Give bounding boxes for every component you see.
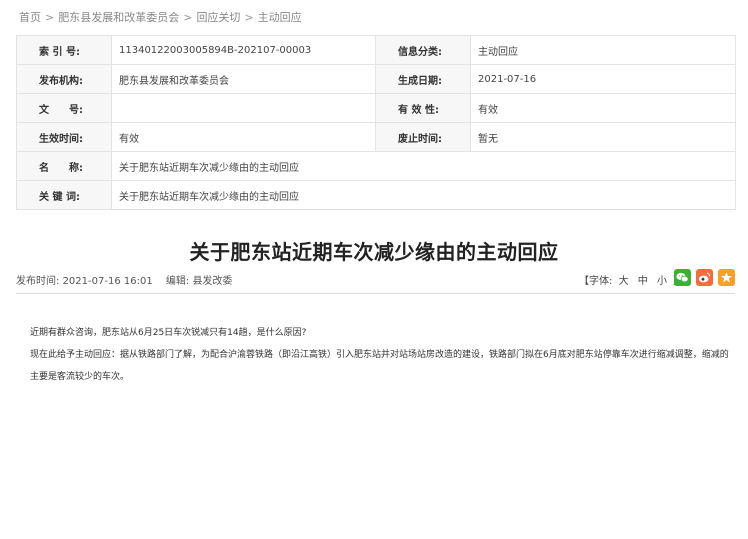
editor-value: 县发改委 [192, 276, 233, 287]
breadcrumb-separator: > [244, 11, 254, 24]
breadcrumb-level3[interactable]: 主动回应 [258, 11, 302, 24]
font-small-button[interactable]: 小 [657, 276, 667, 287]
publish-time-label: 发布时间: [16, 276, 60, 287]
expire-time-label: 废止时间: [375, 122, 471, 152]
effective-time-label: 生效时间: [16, 122, 112, 152]
publish-time-value: 2021-07-16 16:01 [62, 276, 153, 287]
table-row: 索 引 号: 11340122003005894B-202107-00003 信… [16, 35, 736, 65]
category-value: 主动回应 [470, 35, 736, 65]
created-date-label: 生成日期: [375, 64, 471, 94]
index-no-value: 11340122003005894B-202107-00003 [111, 35, 376, 65]
breadcrumb-level1[interactable]: 肥东县发展和改革委员会 [58, 11, 179, 24]
effective-time-value: 有效 [111, 122, 376, 152]
favorite-button[interactable] [718, 269, 735, 286]
font-large-button[interactable]: 大 [619, 276, 629, 287]
wechat-icon [676, 272, 689, 283]
article-title: 关于肥东站近期车次减少缘由的主动回应 [189, 240, 559, 264]
font-size-switcher: 【字体: 大 中 小 】 [579, 272, 683, 287]
font-medium-button[interactable]: 中 [638, 276, 648, 287]
doc-no-label: 文 号: [16, 93, 112, 123]
paragraph: 现在此给予主动回应：据从铁路部门了解，为配合沪渝蓉铁路（即沿江高铁）引入肥东站并… [30, 350, 729, 382]
star-icon [721, 272, 732, 283]
validity-value: 有效 [470, 93, 736, 123]
weibo-share-button[interactable] [696, 269, 713, 286]
publisher-value: 肥东县发展和改革委员会 [111, 64, 376, 94]
publisher-label: 发布机构: [16, 64, 112, 94]
keywords-label: 关 键 词: [16, 180, 112, 210]
table-row: 关 键 词: 关于肥东站近期车次减少缘由的主动回应 [16, 180, 736, 210]
article-info: 发布时间: 2021-07-16 16:01 编辑: 县发改委 [16, 272, 232, 287]
metadata-table: 索 引 号: 11340122003005894B-202107-00003 信… [16, 35, 736, 210]
table-row: 发布机构: 肥东县发展和改革委员会 生成日期: 2021-07-16 [16, 64, 736, 94]
validity-label: 有 效 性: [375, 93, 471, 123]
weibo-icon [698, 272, 711, 283]
font-size-label: 【字体: [579, 276, 613, 287]
name-label: 名 称: [16, 151, 112, 181]
keywords-value: 关于肥东站近期车次减少缘由的主动回应 [111, 180, 736, 210]
breadcrumb-separator: > [183, 11, 193, 24]
editor-label: 编辑: [165, 276, 190, 287]
breadcrumb: 首页 > 肥东县发展和改革委员会 > 回应关切 > 主动回应 [19, 9, 302, 27]
breadcrumb-home[interactable]: 首页 [19, 11, 41, 24]
category-label: 信息分类: [375, 35, 471, 65]
table-row: 名 称: 关于肥东站近期车次减少缘由的主动回应 [16, 151, 736, 181]
breadcrumb-separator: > [45, 11, 55, 24]
paragraph: 近期有群众咨询，肥东站从6月25日车次锐减只有14趟，是什么原因? [30, 328, 307, 338]
wechat-share-button[interactable] [674, 269, 691, 286]
name-value: 关于肥东站近期车次减少缘由的主动回应 [111, 151, 736, 181]
table-row: 生效时间: 有效 废止时间: 暂无 [16, 122, 736, 152]
breadcrumb-level2[interactable]: 回应关切 [196, 11, 240, 24]
index-no-label: 索 引 号: [16, 35, 112, 65]
divider [16, 293, 735, 294]
created-date-value: 2021-07-16 [470, 64, 736, 94]
table-row: 文 号: 有 效 性: 有效 [16, 93, 736, 123]
expire-time-value: 暂无 [470, 122, 736, 152]
article-content: 近期有群众咨询，肥东站从6月25日车次锐减只有14趟，是什么原因? 现在此给予主… [30, 322, 730, 388]
doc-no-value [111, 93, 376, 123]
